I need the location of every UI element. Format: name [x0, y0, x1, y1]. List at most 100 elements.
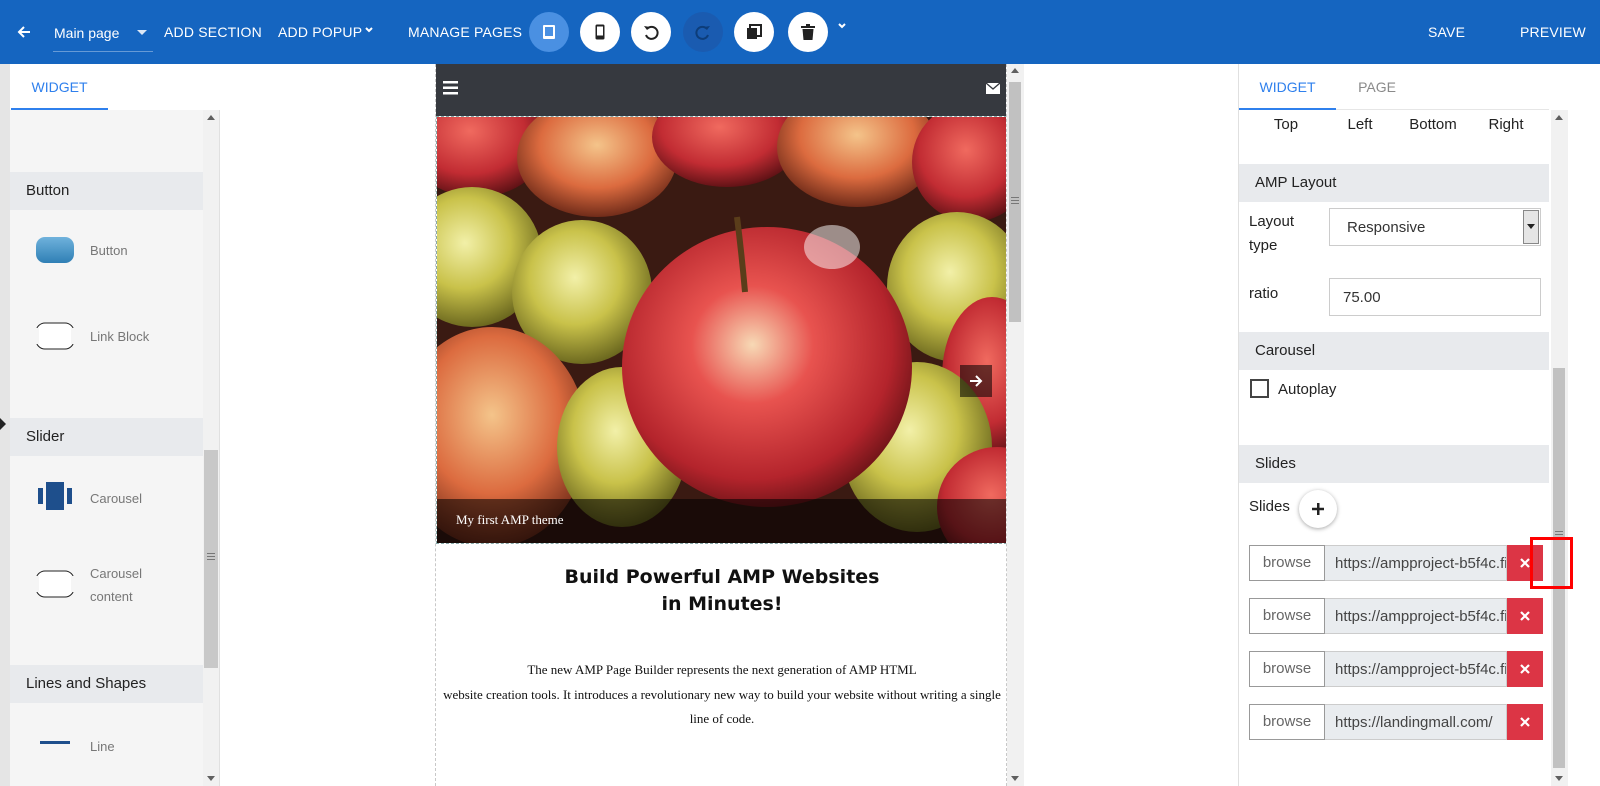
mobile-icon: [595, 24, 605, 40]
hero-body-line-3: line of code.: [689, 711, 755, 726]
tablet-icon: [543, 25, 555, 39]
close-icon: [1520, 664, 1530, 674]
tablet-view-button[interactable]: [529, 12, 569, 52]
mobile-view-button[interactable]: [580, 12, 620, 52]
chevron-down-icon[interactable]: [364, 25, 374, 35]
page-select-caret-icon: [137, 30, 147, 35]
carousel-widget-icon: [38, 482, 72, 510]
scroll-down-arrow-icon[interactable]: [1555, 776, 1563, 781]
widget-button[interactable]: Button: [10, 222, 204, 282]
slides-section: Slides browse https://ampproject-b5f4c.f…: [1239, 483, 1549, 786]
tab-page[interactable]: PAGE: [1340, 64, 1414, 110]
autoplay-label: Autoplay: [1278, 381, 1337, 398]
scroll-down-arrow-icon[interactable]: [207, 776, 215, 781]
slide-url-input[interactable]: https://ampproject-b5f4c.firebaseapp.com…: [1325, 545, 1507, 581]
scroll-up-arrow-icon[interactable]: [1011, 68, 1019, 73]
add-slide-button[interactable]: [1299, 490, 1337, 528]
ratio-input[interactable]: 75.00: [1329, 278, 1541, 316]
direction-bottom: Bottom: [1409, 116, 1457, 133]
hero-title-line-1: Build Powerful AMP Websites: [564, 566, 880, 588]
hero-title: Build Powerful AMP Websites in Minutes!: [436, 564, 1006, 618]
link-block-icon: [35, 322, 75, 350]
ratio-label: ratio: [1249, 285, 1279, 302]
page-select[interactable]: Main page: [53, 14, 153, 52]
widget-label: Carousel: [90, 491, 143, 506]
hero-body-line-1: The new AMP Page Builder represents the …: [527, 662, 917, 677]
carousel-widget[interactable]: My first AMP theme: [436, 116, 1006, 544]
slide-row: browse https://ampproject-b5f4c.firebase…: [1249, 651, 1543, 687]
close-icon: [1520, 611, 1530, 621]
add-popup-button[interactable]: ADD POPUP: [278, 0, 362, 64]
slide-url-input[interactable]: https://ampproject-b5f4c.firebaseapp.com…: [1325, 598, 1507, 634]
slide-url-input[interactable]: https://landingmall.com/: [1325, 704, 1507, 740]
layout-type-value: Responsive: [1347, 219, 1426, 236]
hero-body-line-2: website creation tools. It introduces a …: [443, 686, 1001, 702]
envelope-icon[interactable]: [986, 83, 1000, 94]
manage-pages-button[interactable]: MANAGE PAGES: [408, 0, 522, 64]
properties-content: Top Left Bottom Right AMP Layout Layout …: [1239, 110, 1549, 786]
slides-header: Slides: [1239, 445, 1549, 483]
selection-highlight: [1530, 537, 1573, 589]
delete-slide-button[interactable]: [1507, 651, 1543, 687]
slide-url: https://ampproject-b5f4c.firebaseapp.com…: [1335, 661, 1507, 678]
widget-carousel-content[interactable]: Carousel content: [10, 556, 204, 616]
slide-row: browse https://landingmall.com/: [1249, 704, 1543, 740]
widget-list: Button Button Link Block Slider Carousel…: [10, 110, 204, 786]
scroll-up-arrow-icon[interactable]: [207, 115, 215, 120]
canvas-scrollbar-thumb[interactable]: [1009, 82, 1021, 322]
browse-button[interactable]: browse: [1249, 704, 1325, 740]
properties-tabs: WIDGET PAGE: [1239, 64, 1549, 110]
select-dropdown-button[interactable]: [1523, 210, 1539, 244]
properties-panel: WIDGET PAGE Top Left Bottom Right AMP La…: [1238, 64, 1600, 786]
collapse-arrow-icon[interactable]: [0, 418, 6, 430]
slide-url-input[interactable]: https://ampproject-b5f4c.firebaseapp.com…: [1325, 651, 1507, 687]
widget-label: Carousel content: [90, 566, 143, 604]
tab-widget[interactable]: WIDGET: [1239, 64, 1336, 110]
canvas-scrollbar[interactable]: [1007, 64, 1024, 786]
layout-type-label-1: Layout: [1249, 213, 1295, 230]
direction-right: Right: [1488, 116, 1524, 133]
browse-button[interactable]: browse: [1249, 545, 1325, 581]
widget-carousel[interactable]: Carousel: [10, 470, 204, 530]
category-lines-and-shapes: Lines and Shapes: [10, 665, 204, 703]
ratio-value: 75.00: [1343, 289, 1381, 306]
hero-title-line-2: in Minutes!: [661, 593, 783, 615]
undo-button[interactable]: [631, 12, 671, 52]
redo-button[interactable]: [683, 12, 723, 52]
more-options-chevron-icon[interactable]: [837, 21, 847, 31]
back-arrow-icon[interactable]: [14, 22, 34, 42]
delete-slide-button[interactable]: [1507, 598, 1543, 634]
close-icon: [1520, 717, 1530, 727]
widget-label: Link Block: [90, 329, 150, 344]
layout-type-select[interactable]: Responsive: [1329, 208, 1541, 246]
preview-button[interactable]: PREVIEW: [1520, 0, 1586, 64]
button-widget-icon: [36, 237, 74, 263]
undo-icon: [644, 25, 659, 40]
widget-line[interactable]: Line: [10, 718, 204, 778]
delete-slide-button[interactable]: [1507, 704, 1543, 740]
save-button[interactable]: SAVE: [1428, 0, 1465, 64]
top-toolbar: Main page ADD SECTION ADD POPUP MANAGE P…: [0, 0, 1600, 64]
add-section-button[interactable]: ADD SECTION: [164, 0, 262, 64]
scrollbar-thumb[interactable]: [204, 450, 218, 668]
tab-widget[interactable]: WIDGET: [11, 64, 108, 110]
widget-label: Button: [90, 243, 128, 258]
carousel-next-button[interactable]: [960, 365, 992, 397]
widget-link-block[interactable]: Link Block: [10, 308, 204, 368]
delete-icon: [801, 24, 815, 40]
scroll-up-arrow-icon[interactable]: [1555, 115, 1563, 120]
widget-panel-scrollbar[interactable]: [203, 110, 219, 786]
properties-scrollbar[interactable]: [1551, 110, 1568, 786]
delete-button[interactable]: [788, 12, 828, 52]
direction-left: Left: [1347, 116, 1373, 133]
plus-icon: [1312, 503, 1324, 515]
hero-body: The new AMP Page Builder represents the …: [442, 658, 1002, 732]
scroll-down-arrow-icon[interactable]: [1011, 776, 1019, 781]
duplicate-button[interactable]: [734, 12, 774, 52]
left-gutter: [0, 64, 10, 786]
hamburger-menu-icon[interactable]: [443, 81, 458, 95]
spacing-directions: Top Left Bottom Right: [1239, 110, 1549, 164]
browse-button[interactable]: browse: [1249, 651, 1325, 687]
autoplay-checkbox[interactable]: [1250, 379, 1269, 398]
browse-button[interactable]: browse: [1249, 598, 1325, 634]
